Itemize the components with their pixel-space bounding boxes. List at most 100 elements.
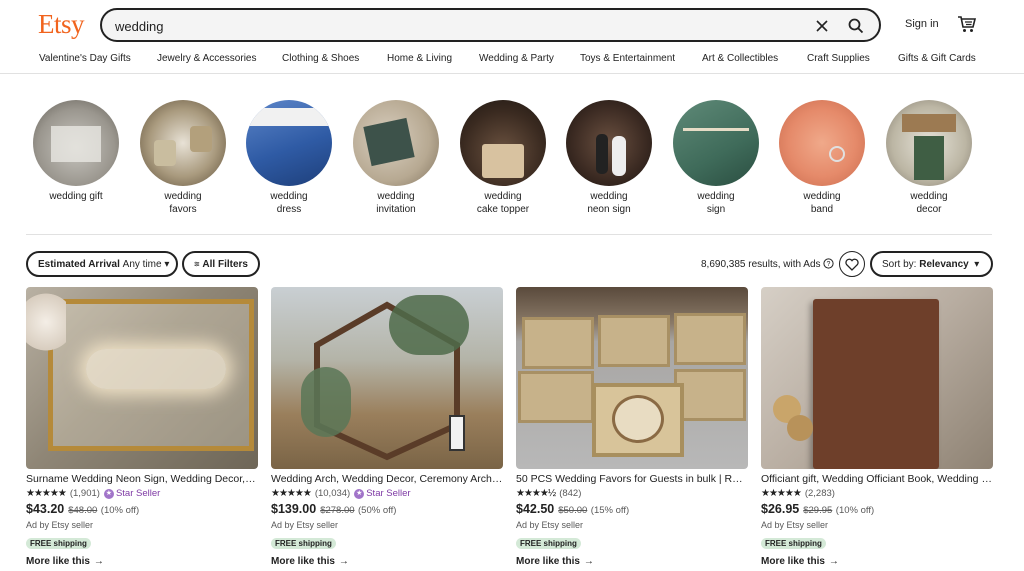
related-label: wedding invitation — [376, 191, 416, 215]
listing-card[interactable]: Surname Wedding Neon Sign, Wedding Decor… — [26, 287, 258, 567]
sort-dropdown[interactable]: Sort by: Relevancy ▾ — [870, 251, 993, 277]
discount: (15% off) — [590, 505, 630, 516]
free-shipping-badge: FREE shipping — [516, 538, 581, 549]
arrival-label: Estimated Arrival — [38, 258, 120, 270]
nav-item-gifts[interactable]: Gifts & Gift Cards — [898, 53, 976, 64]
listing-title[interactable]: Surname Wedding Neon Sign, Wedding Decor… — [26, 473, 258, 487]
nav-item-home[interactable]: Home & Living — [387, 53, 452, 64]
related-search-wedding-sign[interactable]: wedding sign — [673, 100, 759, 215]
star-rating-icons: ★★★★★ — [26, 488, 67, 499]
star-rating-icons: ★★★★½ — [516, 488, 556, 499]
results-count: 8,690,385 results, with Ads ? — [701, 258, 834, 270]
help-icon[interactable]: ? — [823, 258, 834, 269]
related-search-wedding-neon-sign[interactable]: wedding neon sign — [566, 100, 652, 215]
star-seller-icon: ★ — [354, 488, 365, 499]
arrow-right-icon: → — [583, 556, 594, 567]
listing-title[interactable]: Wedding Arch, Wedding Decor, Ceremony Ar… — [271, 473, 503, 487]
sort-value: Relevancy — [919, 258, 969, 270]
review-count: (10,034) — [314, 488, 351, 499]
discount: (10% off) — [835, 505, 875, 516]
listing-card[interactable]: Officiant gift, Wedding Officiant Book, … — [761, 287, 993, 567]
close-icon — [816, 20, 828, 32]
wedding-gift-photo — [33, 100, 119, 186]
listing-card[interactable]: Wedding Arch, Wedding Decor, Ceremony Ar… — [271, 287, 503, 567]
original-price: $50.00 — [558, 505, 588, 516]
section-divider — [26, 234, 992, 235]
star-seller-badge: ★ Star Seller — [103, 488, 161, 499]
nav-item-wedding[interactable]: Wedding & Party — [479, 53, 554, 64]
nav-item-jewelry[interactable]: Jewelry & Accessories — [157, 53, 256, 64]
caret-down-icon: ▾ — [974, 258, 980, 270]
wedding-band-photo — [779, 100, 865, 186]
ad-label: Ad by Etsy seller — [271, 520, 339, 530]
sort-label: Sort by: — [882, 258, 917, 270]
star-rating-icons: ★★★★★ — [761, 488, 802, 499]
site-header: Etsy Sign in — [0, 0, 1024, 48]
svg-text:?: ? — [827, 261, 831, 268]
nav-item-art[interactable]: Art & Collectibles — [702, 53, 778, 64]
nav-item-toys[interactable]: Toys & Entertainment — [580, 53, 675, 64]
discount: (50% off) — [358, 505, 397, 516]
arrow-right-icon: → — [93, 556, 104, 567]
related-label: wedding cake topper — [476, 191, 530, 215]
original-price: $48.00 — [68, 505, 98, 516]
more-like-this-link[interactable]: More like this → — [516, 556, 748, 567]
wedding-decor-photo — [886, 100, 972, 186]
search-button[interactable] — [844, 14, 868, 38]
estimated-arrival-dropdown[interactable]: Estimated Arrival Any time ▾ — [26, 251, 178, 277]
more-like-this-link[interactable]: More like this → — [761, 556, 993, 567]
search-bar — [100, 8, 881, 42]
star-seller-badge: ★ Star Seller — [354, 488, 411, 499]
wedding-invitation-photo — [353, 100, 439, 186]
arrival-value: Any time — [122, 258, 162, 270]
free-shipping-badge: FREE shipping — [26, 538, 91, 549]
related-search-wedding-gift[interactable]: wedding gift — [33, 100, 119, 202]
nav-item-valentines[interactable]: Valentine's Day Gifts — [39, 53, 131, 64]
related-label: wedding sign — [697, 191, 735, 215]
related-label: wedding band — [803, 191, 841, 215]
nav-item-clothing[interactable]: Clothing & Shoes — [282, 53, 359, 64]
save-search-button[interactable] — [839, 251, 865, 277]
all-filters-label: All Filters — [202, 258, 248, 270]
ad-label: Ad by Etsy seller — [761, 520, 829, 530]
related-label: wedding neon sign — [587, 191, 631, 215]
listing-rating: ★★★★½ (842) — [516, 487, 748, 500]
all-filters-button[interactable]: All Filters — [182, 251, 260, 277]
related-search-wedding-cake-topper[interactable]: wedding cake topper — [460, 100, 546, 215]
listing-image-wedding-arch[interactable] — [271, 287, 503, 469]
review-count: (842) — [559, 488, 582, 499]
more-like-this-link[interactable]: More like this → — [26, 556, 258, 567]
cart-icon — [958, 16, 977, 32]
original-price: $278.00 — [320, 505, 355, 516]
search-input[interactable] — [115, 17, 765, 35]
more-like-this-link[interactable]: More like this → — [271, 556, 503, 567]
related-search-wedding-invitation[interactable]: wedding invitation — [353, 100, 439, 215]
listing-image-coasters[interactable] — [516, 287, 748, 469]
discount: (10% off) — [100, 505, 140, 516]
etsy-logo[interactable]: Etsy — [38, 9, 85, 40]
sign-in-link[interactable]: Sign in — [905, 18, 939, 30]
star-rating-icons: ★★★★★ — [271, 488, 312, 499]
star-seller-icon: ★ — [103, 488, 114, 499]
related-search-wedding-band[interactable]: wedding band — [779, 100, 865, 215]
cart-button[interactable] — [957, 14, 977, 34]
related-search-wedding-decor[interactable]: wedding decor — [886, 100, 972, 215]
related-search-wedding-dress[interactable]: wedding dress — [246, 100, 332, 215]
related-search-wedding-favors[interactable]: wedding favors — [140, 100, 226, 215]
wedding-dress-photo — [246, 100, 332, 186]
arrow-right-icon: → — [338, 556, 349, 567]
listing-image-neon-sign[interactable] — [26, 287, 258, 469]
cake-topper-photo — [460, 100, 546, 186]
wedding-sign-photo — [673, 100, 759, 186]
filter-sliders-icon — [194, 261, 200, 267]
nav-item-craft[interactable]: Craft Supplies — [807, 53, 870, 64]
free-shipping-badge: FREE shipping — [761, 538, 826, 549]
related-label: wedding favors — [164, 191, 202, 215]
listing-title[interactable]: Officiant gift, Wedding Officiant Book, … — [761, 473, 993, 487]
listing-title[interactable]: 50 PCS Wedding Favors for Guests in bulk… — [516, 473, 748, 487]
review-count: (1,901) — [69, 488, 100, 499]
listing-image-officiant-book[interactable] — [761, 287, 993, 469]
listing-card[interactable]: 50 PCS Wedding Favors for Guests in bulk… — [516, 287, 748, 567]
listing-rating: ★★★★★ (2,283) — [761, 487, 993, 500]
clear-search-button[interactable] — [812, 16, 832, 36]
